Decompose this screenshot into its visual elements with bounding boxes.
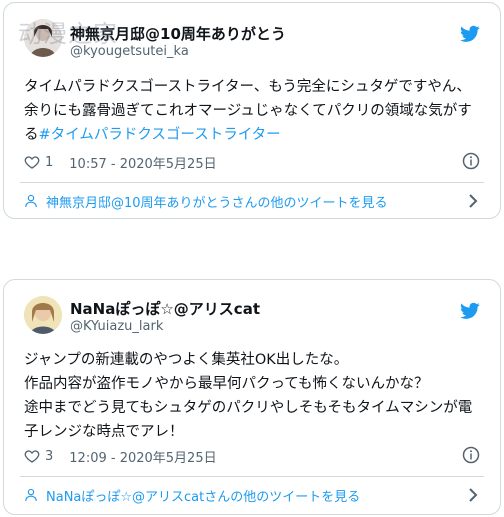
chevron-right-icon[interactable]	[468, 488, 478, 502]
more-tweets-label[interactable]: 神無京月邸@10周年ありがとうさんの他のツイートを見る	[46, 192, 388, 211]
person-icon	[25, 194, 37, 207]
timestamp[interactable]: 12:09 - 2020年5月25日	[69, 447, 216, 466]
tweet-meta: 1 10:57 - 2020年5月25日	[24, 151, 484, 173]
tweet-header: 神無京月邸@10周年ありがとう @kyougetsutei_ka	[4, 3, 500, 63]
more-tweets-link[interactable]: NaNaぽっぽ☆@アリスcatさんの他のツイートを見る	[24, 484, 484, 506]
more-tweets-label[interactable]: NaNaぽっぽ☆@アリスcatさんの他のツイートを見る	[46, 486, 360, 505]
avatar[interactable]	[24, 296, 62, 334]
tweet-meta: 3 12:09 - 2020年5月25日	[24, 445, 484, 467]
divider	[20, 476, 484, 477]
tweet-card: NaNaぽっぽ☆@アリスcat @KYuiazu_lark ジャンプの新連載のや…	[3, 279, 501, 515]
user-handle[interactable]: @KYuiazu_lark	[70, 319, 163, 334]
display-name[interactable]: 神無京月邸@10周年ありがとう	[70, 23, 286, 44]
tweet-header: NaNaぽっぽ☆@アリスcat @KYuiazu_lark	[4, 280, 500, 340]
user-handle[interactable]: @kyougetsutei_ka	[70, 44, 189, 59]
tweet-text: ジャンプの新連載のやつよく集英社OK出したな。 作品内容が盗作モノやから最早何パ…	[24, 352, 473, 440]
tweet-text: タイムパラドクスゴーストライター、もう完全にシュタゲですやん、余りにも露骨過ぎて…	[24, 75, 484, 147]
divider	[20, 182, 484, 183]
display-name[interactable]: NaNaぽっぽ☆@アリスcat	[70, 298, 260, 319]
avatar[interactable]	[24, 19, 62, 57]
person-icon	[25, 488, 37, 501]
info-icon[interactable]	[462, 152, 480, 170]
heart-icon[interactable]	[24, 448, 40, 464]
tweet-card: 神無京月邸@10周年ありがとう @kyougetsutei_ka タイムパラドク…	[3, 2, 501, 219]
more-tweets-link[interactable]: 神無京月邸@10周年ありがとうさんの他のツイートを見る	[24, 190, 484, 212]
hashtag-link[interactable]: #タイムパラドクスゴーストライター	[39, 127, 281, 143]
twitter-bird-icon[interactable]	[460, 25, 480, 43]
like-count[interactable]: 3	[45, 449, 53, 464]
timestamp[interactable]: 10:57 - 2020年5月25日	[69, 153, 216, 172]
chevron-right-icon[interactable]	[468, 194, 478, 208]
info-icon[interactable]	[462, 446, 480, 464]
twitter-bird-icon[interactable]	[460, 302, 480, 320]
like-count[interactable]: 1	[45, 155, 53, 170]
heart-icon[interactable]	[24, 154, 40, 170]
